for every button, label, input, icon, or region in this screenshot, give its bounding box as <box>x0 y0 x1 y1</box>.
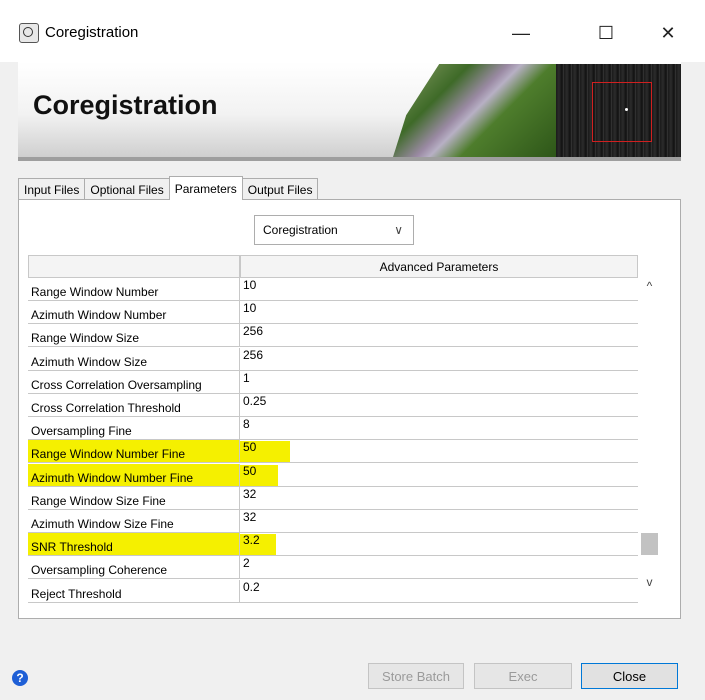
method-select-value: Coregistration <box>263 223 338 237</box>
parameters-table: Advanced Parameters Range Window Number 1… <box>28 255 638 603</box>
parameter-value: 1 <box>243 370 250 385</box>
parameter-value: 0.2 <box>243 579 260 594</box>
parameter-name: Reject Threshold <box>28 579 240 603</box>
chevron-down-icon: ∨ <box>394 223 403 237</box>
parameter-value: 8 <box>243 417 250 432</box>
parameter-value-field[interactable]: 32 <box>240 487 638 510</box>
parameter-value-field[interactable]: 256 <box>240 348 638 371</box>
parameter-value: 10 <box>243 278 257 292</box>
table-row[interactable]: Azimuth Window Size 256 <box>28 347 638 371</box>
scroll-down-arrow-icon[interactable]: v <box>640 575 659 591</box>
column-header-advanced-parameters: Advanced Parameters <box>240 255 638 278</box>
close-button[interactable]: Close <box>581 663 678 689</box>
parameter-value-field[interactable]: 1 <box>240 371 638 394</box>
table-scrollbar[interactable]: ^ v <box>640 277 659 599</box>
parameter-value: 50 <box>243 440 257 455</box>
parameter-name: Oversampling Fine <box>28 417 240 441</box>
table-row[interactable]: Range Window Size Fine 32 <box>28 486 638 510</box>
parameter-value-field[interactable]: 0.2 <box>240 580 638 603</box>
table-row[interactable]: Range Window Number 10 <box>28 278 638 301</box>
table-row[interactable]: Azimuth Window Number Fine 50 <box>28 463 638 487</box>
table-row[interactable]: Azimuth Window Number 10 <box>28 301 638 325</box>
parameter-value: 0.25 <box>243 394 267 408</box>
app-icon <box>19 23 39 43</box>
tab-input-files[interactable]: Input Files <box>18 178 86 200</box>
parameter-name: Azimuth Window Size Fine <box>28 510 240 533</box>
sar-image <box>556 64 681 157</box>
parameter-name: Azimuth Window Number <box>28 301 240 325</box>
minimize-button[interactable]: — <box>498 16 544 50</box>
table-row[interactable]: Range Window Number Fine 50 <box>28 440 638 464</box>
parameter-value-field[interactable]: 32 <box>240 510 638 533</box>
parameter-value-field[interactable]: 2 <box>240 556 638 580</box>
scroll-up-arrow-icon[interactable]: ^ <box>640 279 659 295</box>
parameter-value: 256 <box>243 347 264 362</box>
help-icon[interactable]: ? <box>12 670 28 686</box>
parameter-name: Cross Correlation Oversampling <box>28 370 240 394</box>
parameter-value-field[interactable]: 3.2 <box>240 533 638 557</box>
parameter-value: 50 <box>243 463 257 478</box>
parameter-value: 256 <box>243 324 264 339</box>
target-dot <box>625 108 628 111</box>
exec-button[interactable]: Exec <box>474 663 572 689</box>
parameter-value: 10 <box>243 301 257 316</box>
table-row[interactable]: Oversampling Fine 8 <box>28 417 638 441</box>
method-select[interactable]: Coregistration ∨ <box>254 215 414 245</box>
selection-box <box>592 82 652 142</box>
table-row[interactable]: Reject Threshold 0.2 <box>28 579 638 603</box>
header-banner: Coregistration <box>18 62 681 161</box>
aerial-photo-image <box>393 64 558 157</box>
window-title: Coregistration <box>45 24 139 41</box>
table-row[interactable]: Oversampling Coherence 2 <box>28 556 638 580</box>
banner-title: Coregistration <box>33 90 218 120</box>
parameter-value-field[interactable]: 50 <box>240 464 638 487</box>
parameter-name: Azimuth Window Number Fine <box>28 463 240 487</box>
parameter-value-field[interactable]: 0.25 <box>240 394 638 417</box>
tab-output-files[interactable]: Output Files <box>241 178 319 200</box>
parameter-name: Cross Correlation Threshold <box>28 394 240 417</box>
store-batch-button[interactable]: Store Batch <box>368 663 464 689</box>
tab-parameters[interactable]: Parameters <box>168 176 243 200</box>
table-row[interactable]: Range Window Size 256 <box>28 324 638 348</box>
parameter-name: Oversampling Coherence <box>28 556 240 580</box>
column-header-name <box>28 255 240 278</box>
tab-bar: Input Files Optional Files Parameters Ou… <box>18 176 319 200</box>
parameter-value: 32 <box>243 486 257 501</box>
parameter-name: Range Window Size Fine <box>28 486 240 510</box>
parameter-name: Azimuth Window Size <box>28 347 240 371</box>
parameter-value-field[interactable]: 256 <box>240 324 638 348</box>
parameter-name: Range Window Size <box>28 324 240 348</box>
table-row[interactable]: SNR Threshold 3.2 <box>28 533 638 557</box>
parameter-name: SNR Threshold <box>28 533 240 557</box>
parameter-value-field[interactable]: 8 <box>240 417 638 441</box>
parameter-value: 3.2 <box>243 533 260 548</box>
close-window-button[interactable]: ✕ <box>645 16 691 50</box>
table-row[interactable]: Cross Correlation Threshold 0.25 <box>28 394 638 417</box>
table-row[interactable]: Azimuth Window Size Fine 32 <box>28 510 638 533</box>
parameter-value: 32 <box>243 510 257 524</box>
parameter-name: Range Window Number <box>28 278 240 301</box>
title-bar: Coregistration — ☐ ✕ <box>0 0 705 62</box>
maximize-button[interactable]: ☐ <box>583 16 629 50</box>
tab-optional-files[interactable]: Optional Files <box>84 178 170 200</box>
parameter-value: 2 <box>243 556 250 571</box>
scroll-thumb[interactable] <box>641 533 658 555</box>
table-header: Advanced Parameters <box>28 255 638 278</box>
table-row[interactable]: Cross Correlation Oversampling 1 <box>28 370 638 394</box>
parameter-value-field[interactable]: 10 <box>240 301 638 325</box>
parameter-value-field[interactable]: 50 <box>240 440 638 464</box>
parameter-name: Range Window Number Fine <box>28 440 240 464</box>
parameter-value-field[interactable]: 10 <box>240 278 638 301</box>
